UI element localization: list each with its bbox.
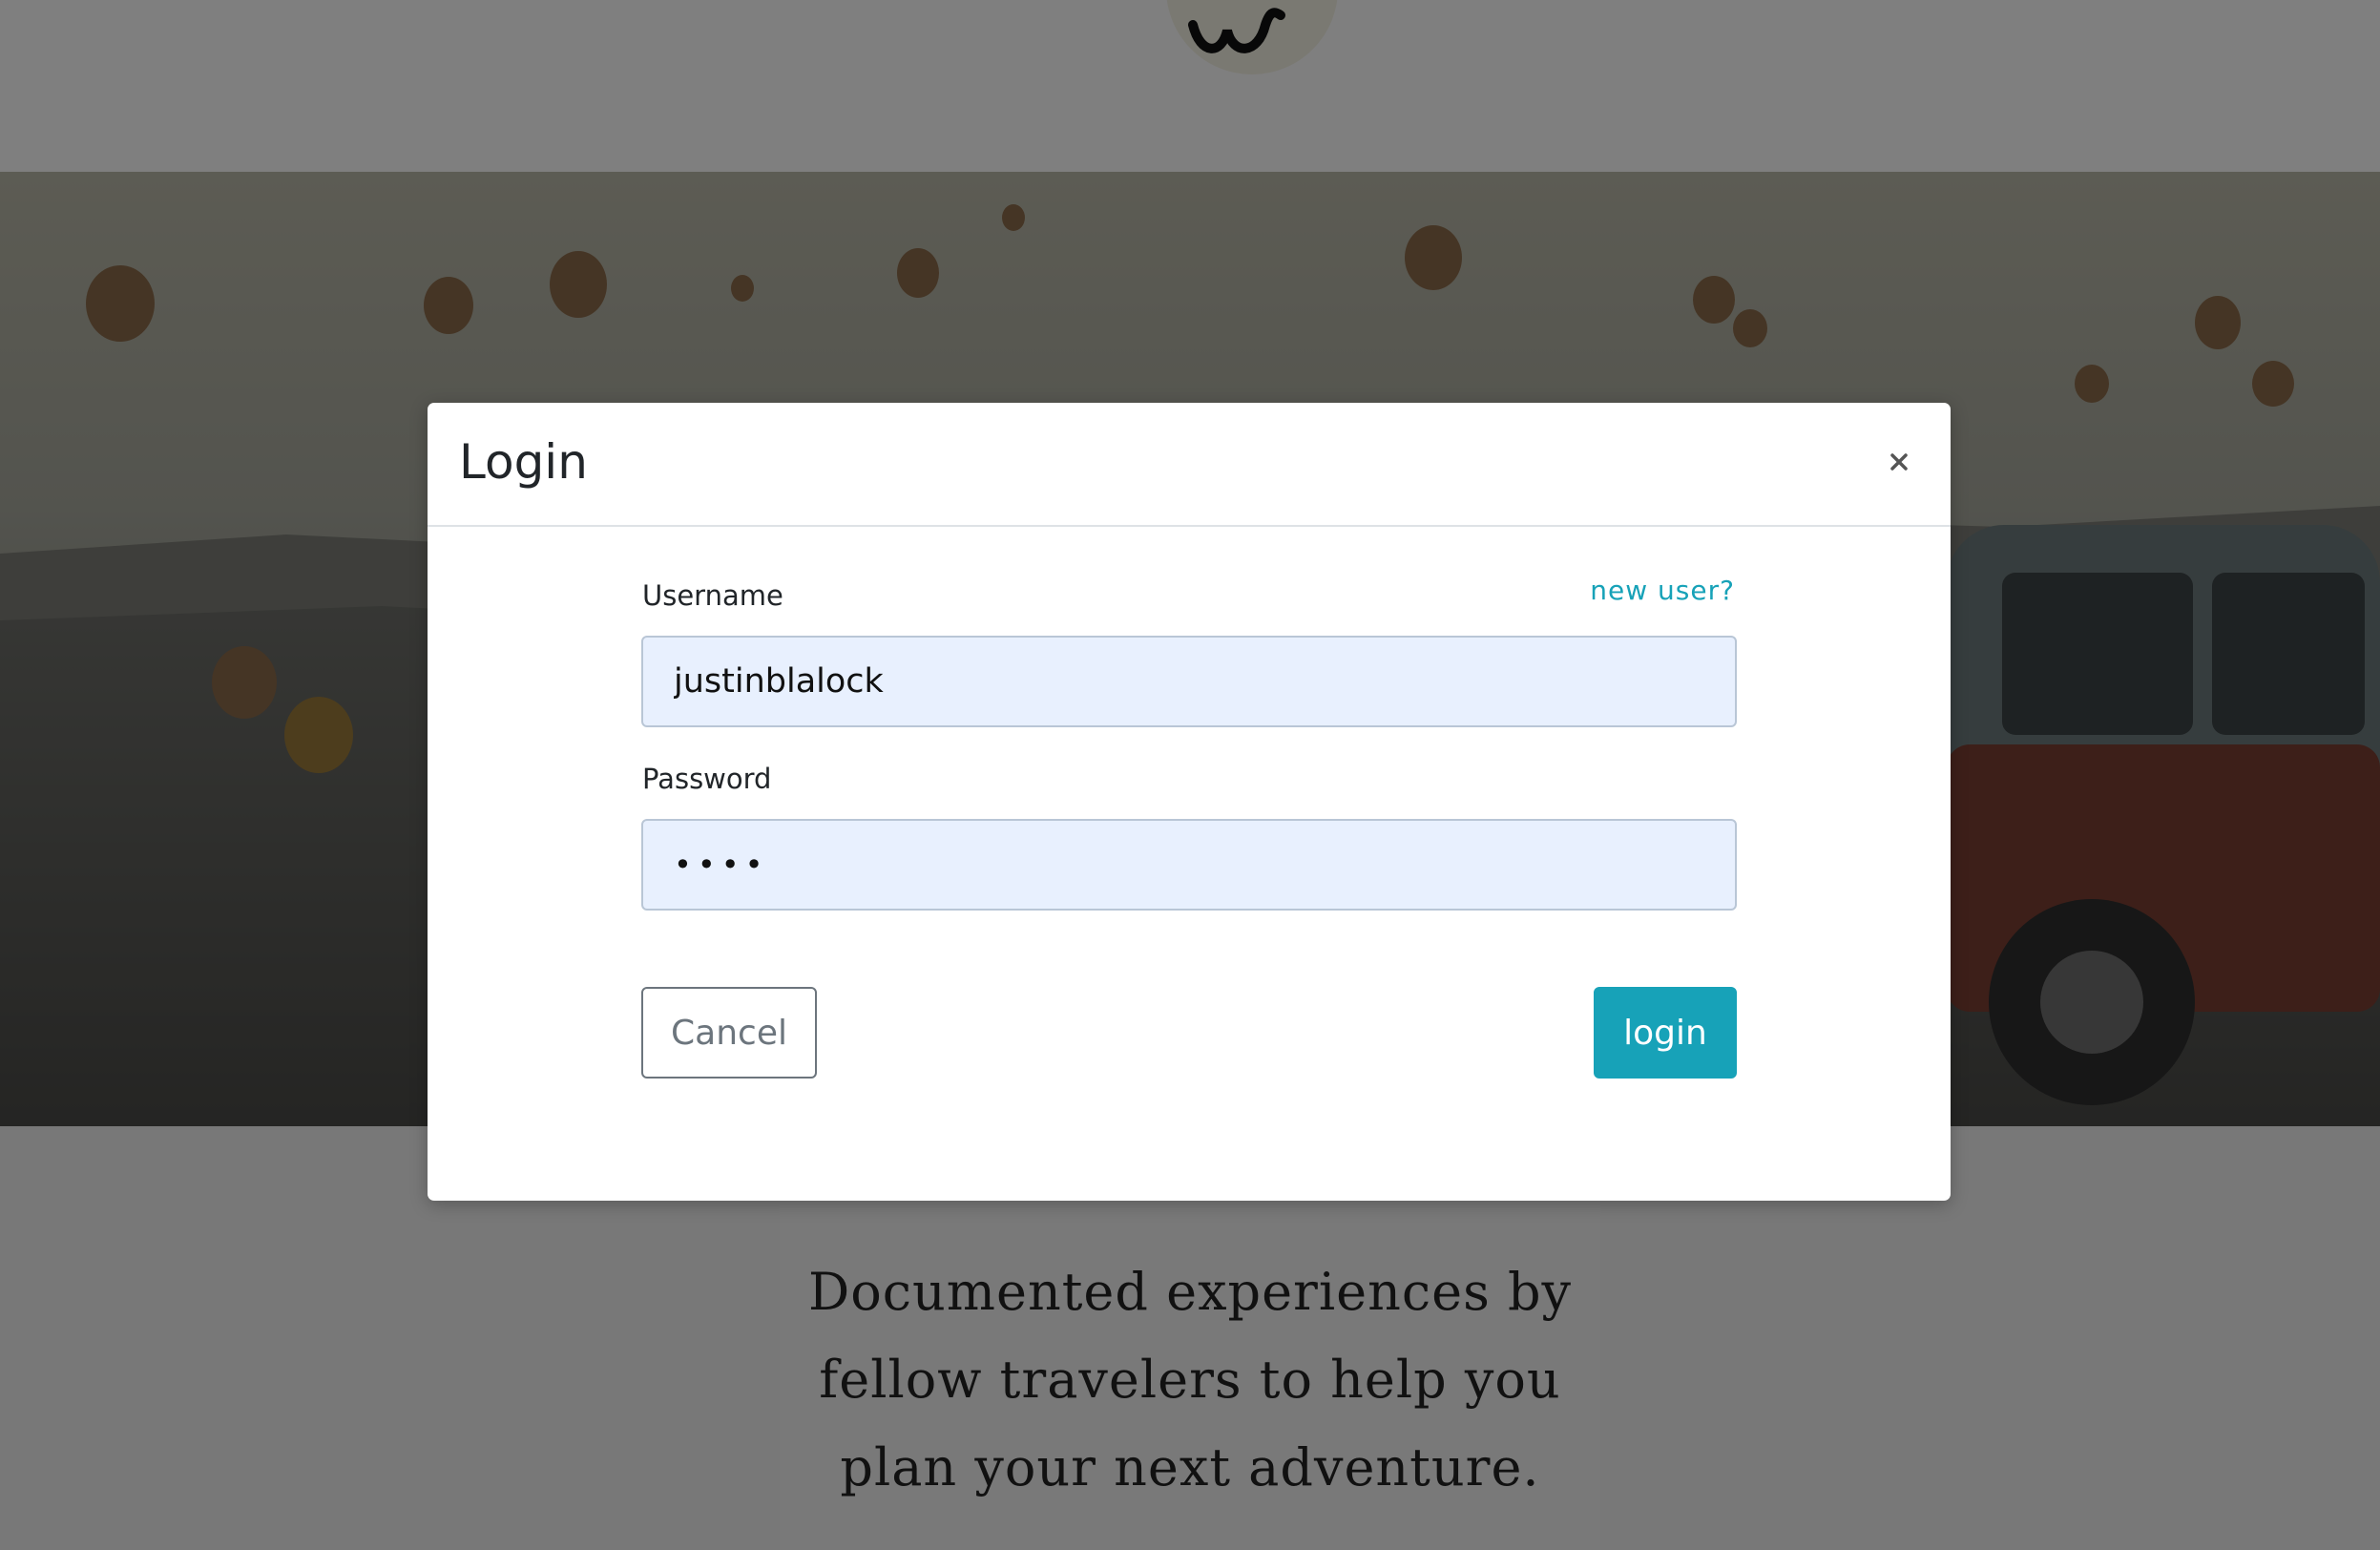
login-modal: Login Username new user? Password Cancel…	[428, 403, 1951, 1201]
modal-header: Login	[428, 403, 1951, 527]
login-button[interactable]: login	[1594, 987, 1737, 1079]
cancel-button[interactable]: Cancel	[641, 987, 817, 1079]
close-button[interactable]	[1878, 441, 1920, 483]
password-input[interactable]	[641, 819, 1737, 911]
username-label: Username	[642, 579, 783, 612]
username-input[interactable]	[641, 636, 1737, 727]
close-icon	[1890, 453, 1908, 471]
new-user-link[interactable]: new user?	[1590, 574, 1735, 608]
modal-title: Login	[459, 434, 588, 490]
password-label: Password	[642, 763, 772, 795]
